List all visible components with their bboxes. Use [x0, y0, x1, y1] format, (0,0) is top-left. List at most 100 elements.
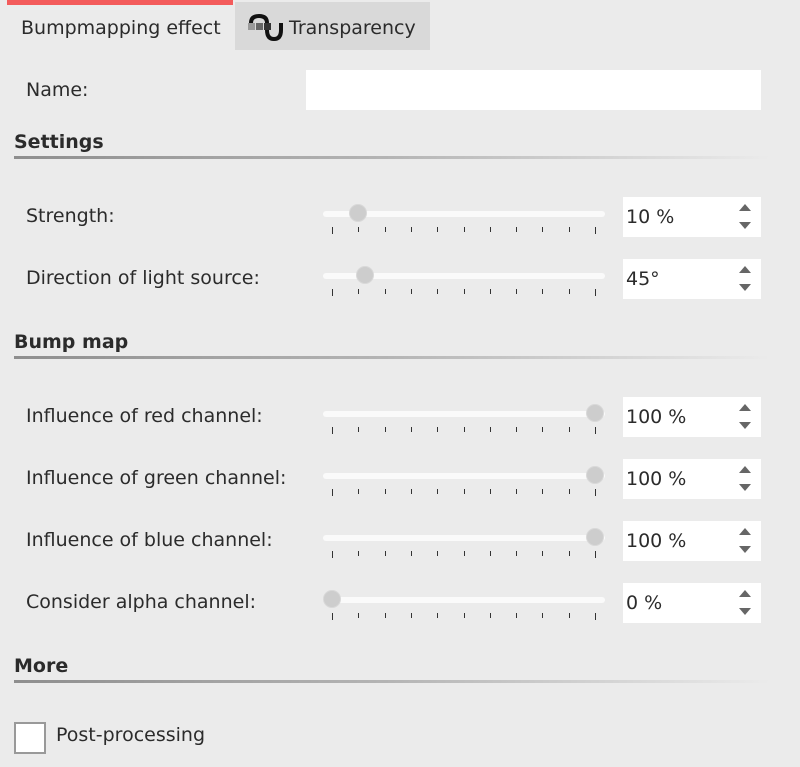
slider-tick	[542, 427, 544, 432]
post-processing-checkbox[interactable]	[14, 722, 46, 754]
slider-tick	[568, 551, 570, 556]
influence-of-blue-channel-slider[interactable]	[323, 523, 605, 559]
influence-of-green-channel-label: Influence of green channel:	[26, 467, 287, 489]
spinbox-value[interactable]: 100 %	[626, 459, 686, 499]
name-input[interactable]	[306, 70, 761, 110]
slider-tick	[489, 427, 491, 432]
slider-thumb[interactable]	[587, 467, 603, 483]
slider-thumb[interactable]	[350, 205, 367, 221]
slider-tick	[358, 551, 360, 556]
tab-label: Bumpmapping effect	[21, 17, 221, 39]
slider-tick	[542, 613, 544, 618]
spin-down-arrow-icon[interactable]	[739, 284, 751, 291]
slider-tick	[568, 289, 570, 294]
spinbox-value[interactable]: 45°	[626, 259, 660, 299]
spinbox-value[interactable]: 100 %	[626, 521, 686, 561]
slider-tick	[332, 489, 333, 496]
spin-down-arrow-icon[interactable]	[739, 546, 751, 553]
tab-bumpmapping-effect[interactable]: Bumpmapping effect	[7, 2, 233, 50]
slider-tick	[384, 489, 386, 494]
spinbox-value[interactable]: 10 %	[626, 197, 674, 237]
slider-tick	[463, 227, 465, 232]
consider-alpha-channel-spinbox[interactable]: 0 %	[623, 583, 761, 623]
slider-tick	[437, 613, 439, 618]
slider-thumb[interactable]	[587, 529, 603, 545]
slider-track[interactable]	[323, 473, 605, 479]
slider-tick	[437, 289, 439, 294]
slider-tick	[489, 227, 491, 232]
spin-down-arrow-icon[interactable]	[739, 222, 751, 229]
spin-down-arrow-icon[interactable]	[739, 422, 751, 429]
influence-of-blue-channel-label: Influence of blue channel:	[26, 529, 273, 551]
slider-tick	[489, 551, 491, 556]
slider-tick	[332, 551, 333, 558]
slider-tick	[516, 427, 518, 432]
slider-thumb[interactable]	[356, 267, 373, 283]
slider-thumb[interactable]	[324, 591, 340, 607]
slider-tick	[332, 427, 333, 434]
influence-of-red-channel-spinbox[interactable]: 100 %	[623, 397, 761, 437]
spin-down-arrow-icon[interactable]	[739, 484, 751, 491]
consider-alpha-channel-slider[interactable]	[323, 585, 605, 621]
slider-tick	[542, 489, 544, 494]
slider-tick	[489, 613, 491, 618]
slider-tick	[384, 227, 386, 232]
slider-tick	[358, 489, 360, 494]
slider-tick	[516, 613, 518, 618]
slider-tick	[437, 551, 439, 556]
slider-tick	[332, 289, 333, 296]
slider-tick	[384, 427, 386, 432]
spinbox-value[interactable]: 100 %	[626, 397, 686, 437]
slider-tick	[489, 489, 491, 494]
slider-tick	[463, 613, 465, 618]
slider-tick	[595, 289, 596, 296]
spin-up-arrow-icon[interactable]	[739, 590, 751, 597]
slider-tick	[463, 289, 465, 294]
slider-tick	[410, 489, 412, 494]
spin-up-arrow-icon[interactable]	[739, 266, 751, 273]
slider-tick	[516, 551, 518, 556]
spin-up-arrow-icon[interactable]	[739, 466, 751, 473]
slider-track[interactable]	[323, 535, 605, 541]
spin-up-arrow-icon[interactable]	[739, 528, 751, 535]
section-divider	[14, 156, 770, 159]
slider-tick	[384, 289, 386, 294]
slider-tick	[358, 227, 360, 232]
strength-slider[interactable]	[323, 199, 605, 235]
strength-spinbox[interactable]: 10 %	[623, 197, 761, 237]
section-divider	[14, 356, 770, 359]
influence-of-red-channel-slider[interactable]	[323, 399, 605, 435]
slider-tick	[358, 289, 360, 294]
slider-tick	[410, 551, 412, 556]
slider-tick	[595, 489, 596, 496]
slider-tick	[595, 427, 596, 434]
spinbox-value[interactable]: 0 %	[626, 583, 662, 623]
influence-of-blue-channel-spinbox[interactable]: 100 %	[623, 521, 761, 561]
tab-transparency[interactable]: Transparency	[235, 2, 430, 50]
slider-tick	[384, 613, 386, 618]
slider-tick	[332, 613, 333, 620]
direction-of-light-source-slider[interactable]	[323, 261, 605, 297]
slider-tick	[437, 227, 439, 232]
slider-track[interactable]	[323, 411, 605, 417]
spin-up-arrow-icon[interactable]	[739, 404, 751, 411]
slider-tick	[358, 427, 360, 432]
influence-of-green-channel-spinbox[interactable]: 100 %	[623, 459, 761, 499]
direction-of-light-source-label: Direction of light source:	[26, 267, 260, 289]
slider-tick	[463, 427, 465, 432]
slider-tick	[542, 289, 544, 294]
slider-tick	[463, 489, 465, 494]
slider-tick	[332, 227, 333, 234]
tab-label: Transparency	[289, 17, 416, 39]
spin-down-arrow-icon[interactable]	[739, 608, 751, 615]
influence-of-green-channel-slider[interactable]	[323, 461, 605, 497]
slider-tick	[516, 489, 518, 494]
slider-tick	[410, 613, 412, 618]
slider-tick	[595, 551, 596, 558]
slider-thumb[interactable]	[587, 405, 603, 421]
direction-of-light-source-spinbox[interactable]: 45°	[623, 259, 761, 299]
slider-tick	[595, 613, 596, 620]
spin-up-arrow-icon[interactable]	[739, 204, 751, 211]
transparency-icon	[248, 13, 283, 42]
slider-track[interactable]	[323, 597, 605, 603]
